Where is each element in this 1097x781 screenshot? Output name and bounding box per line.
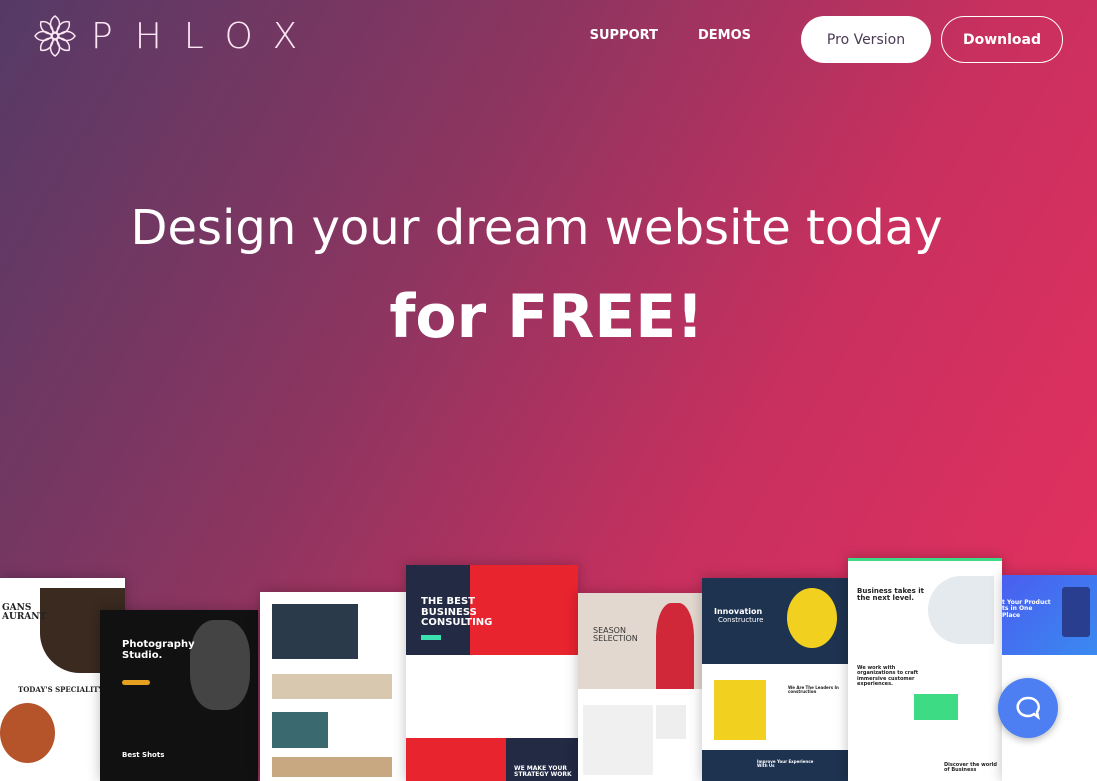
- logo-text: PHLOX: [91, 15, 320, 57]
- preview-title: THE BEST BUSINESS CONSULTING: [421, 596, 493, 628]
- top-nav: SUPPORT DEMOS Pro Version Download: [590, 16, 1063, 63]
- preview-photography[interactable]: Photography Studio. Best Shots: [100, 610, 258, 781]
- preview-title: GANS AURANT: [2, 603, 47, 623]
- preview-text: TODAY'S SPECIALITY: [18, 685, 104, 694]
- preview-text: Discover the world of Business: [944, 762, 997, 774]
- preview-product[interactable]: t Your Product ts in One Place: [1002, 575, 1097, 781]
- preview-text: We work with organizations to craft imme…: [857, 665, 919, 687]
- preview-fashion[interactable]: SEASON SELECTION: [578, 593, 702, 781]
- pro-version-button[interactable]: Pro Version: [801, 16, 931, 63]
- preview-title: Photography Studio.: [122, 639, 195, 661]
- preview-title: Business takes it the next level.: [857, 587, 925, 603]
- preview-text: We Are The Leaders In construction: [788, 685, 839, 695]
- chat-bubble-icon: [1016, 696, 1040, 720]
- hero-subtitle: for FREE!: [389, 282, 704, 352]
- preview-title: SEASON SELECTION: [593, 626, 638, 644]
- preview-blog[interactable]: [260, 592, 406, 781]
- preview-construction[interactable]: Innovation Constructure We Are The Leade…: [702, 578, 848, 781]
- preview-title: t Your Product ts in One Place: [1002, 599, 1051, 619]
- chat-button[interactable]: [998, 678, 1058, 738]
- preview-text: Improve Your Experience With Us: [757, 759, 814, 769]
- preview-text: Best Shots: [122, 751, 165, 759]
- flower-logo-icon: [34, 15, 76, 57]
- nav-support[interactable]: SUPPORT: [590, 28, 658, 43]
- preview-consulting[interactable]: THE BEST BUSINESS CONSULTING WE MAKE YOU…: [406, 565, 578, 781]
- download-button[interactable]: Download: [941, 16, 1063, 63]
- hero-title: Design your dream website today: [130, 200, 943, 256]
- logo[interactable]: PHLOX: [33, 14, 319, 58]
- preview-text: WE MAKE YOUR STRATEGY WORK: [514, 765, 572, 779]
- nav-demos[interactable]: DEMOS: [698, 28, 751, 43]
- preview-text: Constructure: [718, 616, 764, 624]
- preview-business[interactable]: Business takes it the next level. We wor…: [848, 558, 1002, 781]
